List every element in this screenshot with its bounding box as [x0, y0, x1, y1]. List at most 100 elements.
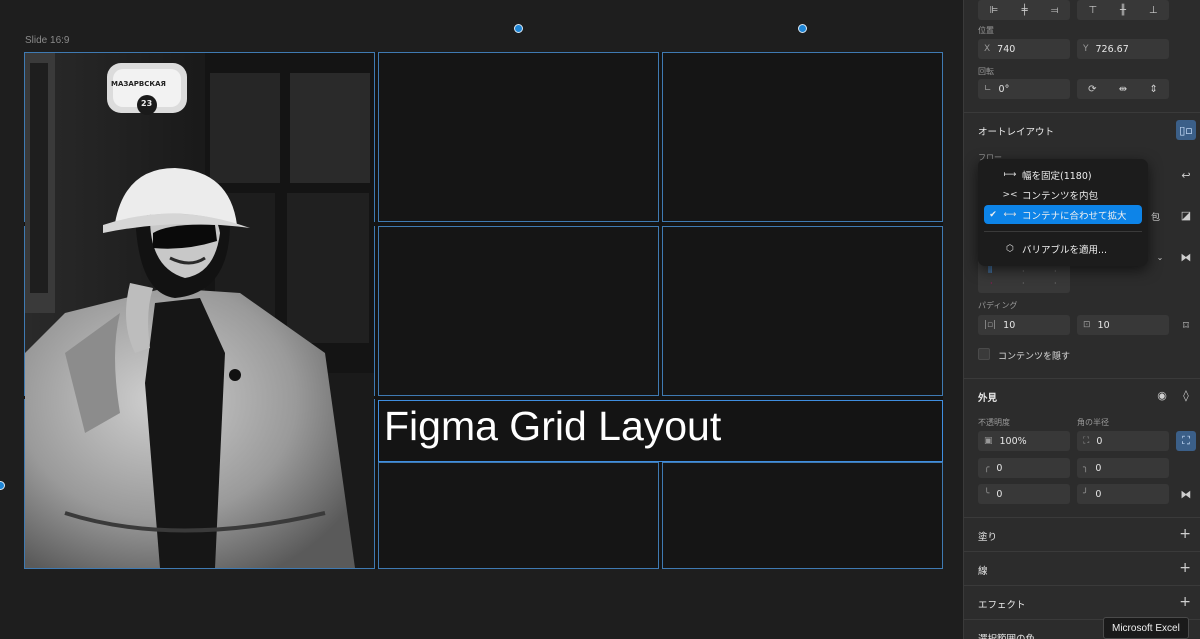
wrap-icon[interactable]: ↩ [1176, 165, 1196, 185]
corner-tl-icon: ╭ [984, 463, 990, 473]
padding-label: パディング [978, 301, 1018, 310]
rotate-90-icon[interactable]: ⟳ [1088, 84, 1096, 95]
fill-title: 塗り [978, 532, 998, 543]
hug-contents-icon: >< [1002, 189, 1018, 200]
photo-woman-on-phone[interactable]: МАЗАРВСКАЯ 23 [25, 53, 374, 568]
blend-drop-icon[interactable]: ◊ [1176, 385, 1196, 405]
divider [964, 551, 1200, 552]
independent-corners-icon[interactable]: ⛶ [1176, 431, 1196, 451]
street-sign-text: МАЗАРВСКАЯ [111, 80, 166, 88]
grid-cell[interactable] [662, 52, 943, 222]
align-dot-icon: · [990, 279, 993, 288]
effects-title: エフェクト [978, 600, 1026, 611]
menu-item-label: コンテナに合わせて拡大 [1022, 210, 1127, 222]
corner-br-icon: ╯ [1083, 489, 1089, 499]
rotation-field[interactable]: ∟ 0° [978, 79, 1070, 99]
padding-vertical-value: 10 [1097, 319, 1110, 331]
add-fill-icon[interactable]: + [1179, 527, 1191, 541]
opacity-icon: ▣ [984, 436, 993, 446]
menu-item-hug-contents[interactable]: >< コンテンツを内包 [984, 185, 1142, 204]
radius-top-right-field[interactable]: ╮ 0 [1077, 458, 1169, 478]
radius-bottom-right-field[interactable]: ╯ 0 [1077, 484, 1169, 504]
align-bottom-icon[interactable]: ⊥ [1149, 5, 1158, 16]
individual-padding-icon[interactable]: ⌑ [1176, 315, 1196, 335]
appearance-title: 外見 [978, 393, 998, 404]
hide-content-label: コンテンツを隠す [998, 352, 1071, 362]
position-label: 位置 [978, 26, 994, 35]
checkmark-icon: ✔ [989, 209, 997, 220]
align-center-v-icon[interactable]: ╫ [1120, 5, 1126, 16]
x-position-field[interactable]: X 740 [978, 39, 1070, 59]
add-effect-icon[interactable]: + [1179, 595, 1191, 609]
opacity-label: 不透明度 [978, 418, 1010, 427]
corner-radius-label: 角の半径 [1077, 418, 1109, 427]
resize-handle-top-right[interactable] [798, 24, 807, 33]
divider [964, 112, 1200, 113]
autolayout-title: オートレイアウト [978, 127, 1055, 138]
padding-horizontal-icon: |▫| [984, 320, 997, 330]
align-dot-icon: · [1022, 267, 1025, 276]
divider [964, 517, 1200, 518]
y-position-field[interactable]: Y 726.67 [1077, 39, 1169, 59]
menu-item-fill-container[interactable]: ✔ ⟷ コンテナに合わせて拡大 [984, 205, 1142, 224]
align-dot-icon: · [1054, 279, 1057, 288]
opacity-value: 100% [999, 435, 1027, 447]
autolayout-toggle-icon[interactable]: ▯▫ [1176, 120, 1196, 140]
corner-radius-field[interactable]: ⛶ 0 [1077, 431, 1169, 451]
add-stroke-icon[interactable]: + [1179, 561, 1191, 575]
grid-cell[interactable] [662, 462, 943, 569]
variable-hexagon-icon: ⬡ [1006, 243, 1014, 254]
fixed-width-icon: ⟼ [1003, 169, 1017, 180]
align-dot-icon: · [1022, 279, 1025, 288]
radius-top-right-value: 0 [1095, 462, 1102, 474]
menu-item-label: 幅を固定(1180) [1022, 170, 1092, 182]
layout-settings-icon[interactable]: ⧓ [1176, 247, 1196, 267]
resize-handle-top-mid[interactable] [514, 24, 523, 33]
radius-bottom-left-value: 0 [996, 488, 1003, 500]
radius-top-left-field[interactable]: ╭ 0 [978, 458, 1070, 478]
grid-cell[interactable] [378, 52, 659, 222]
resize-icon[interactable]: ◪ [1176, 205, 1196, 225]
align-right-icon[interactable]: ⫤ [1051, 5, 1059, 16]
x-value: 740 [997, 43, 1016, 55]
appearance-settings-icon[interactable]: ⧓ [1176, 484, 1196, 504]
radius-bottom-right-value: 0 [1095, 488, 1102, 500]
padding-horizontal-field[interactable]: |▫| 10 [978, 315, 1070, 335]
grid-cell[interactable] [378, 462, 659, 569]
padding-vertical-field[interactable]: ⊡ 10 [1077, 315, 1169, 335]
horizontal-align-group: ⊫ ╪ ⫤ [978, 0, 1070, 20]
align-left-icon[interactable]: ⊫ [990, 5, 999, 16]
slide-title-text[interactable]: Figma Grid Layout [384, 403, 721, 450]
fill-container-icon: ⟷ [1003, 209, 1017, 220]
align-center-h-icon[interactable]: ╪ [1022, 5, 1028, 16]
menu-item-apply-variable[interactable]: ⬡ バリアブルを適用... [984, 239, 1142, 258]
frame-label[interactable]: Slide 16:9 [25, 35, 69, 46]
align-dot-icon: · [1054, 267, 1057, 276]
align-top-icon[interactable]: ⊤ [1088, 5, 1097, 16]
resize-handle-left[interactable] [0, 481, 5, 490]
rotation-value: 0° [998, 83, 1010, 95]
hide-content-checkbox[interactable] [978, 348, 990, 360]
flip-vertical-icon[interactable]: ⇕ [1149, 84, 1157, 95]
angle-icon: ∟ [984, 84, 992, 94]
corner-bl-icon: ╰ [984, 489, 990, 499]
grid-cell[interactable] [662, 226, 943, 396]
flip-horizontal-icon[interactable]: ⇹ [1119, 84, 1127, 95]
eye-icon[interactable]: ◉ [1152, 385, 1172, 405]
menu-item-fixed-width[interactable]: ⟼ 幅を固定(1180) [984, 165, 1142, 184]
tooltip-microsoft-excel: Microsoft Excel [1103, 617, 1189, 639]
chevron-down-icon[interactable]: ⌄ [1150, 247, 1170, 267]
width-sizing-menu: ⟼ 幅を固定(1180) >< コンテンツを内包 ✔ ⟷ コンテナに合わせて拡大… [978, 159, 1148, 266]
align-marker-icon: ⫼ [988, 265, 993, 275]
corner-radius-icon: ⛶ [1083, 436, 1090, 446]
menu-item-label: コンテンツを内包 [1022, 190, 1099, 202]
design-canvas[interactable]: Slide 16:9 МАЗАРВСКАЯ 23 Figma Grid Layo… [0, 0, 963, 639]
radius-bottom-left-field[interactable]: ╰ 0 [978, 484, 1070, 504]
opacity-field[interactable]: ▣ 100% [978, 431, 1070, 451]
y-prefix: Y [1083, 44, 1089, 54]
menu-separator [984, 231, 1142, 232]
grid-cell[interactable] [378, 226, 659, 396]
y-value: 726.67 [1095, 43, 1129, 55]
vertical-align-group: ⊤ ╫ ⊥ [1077, 0, 1169, 20]
divider [964, 378, 1200, 379]
